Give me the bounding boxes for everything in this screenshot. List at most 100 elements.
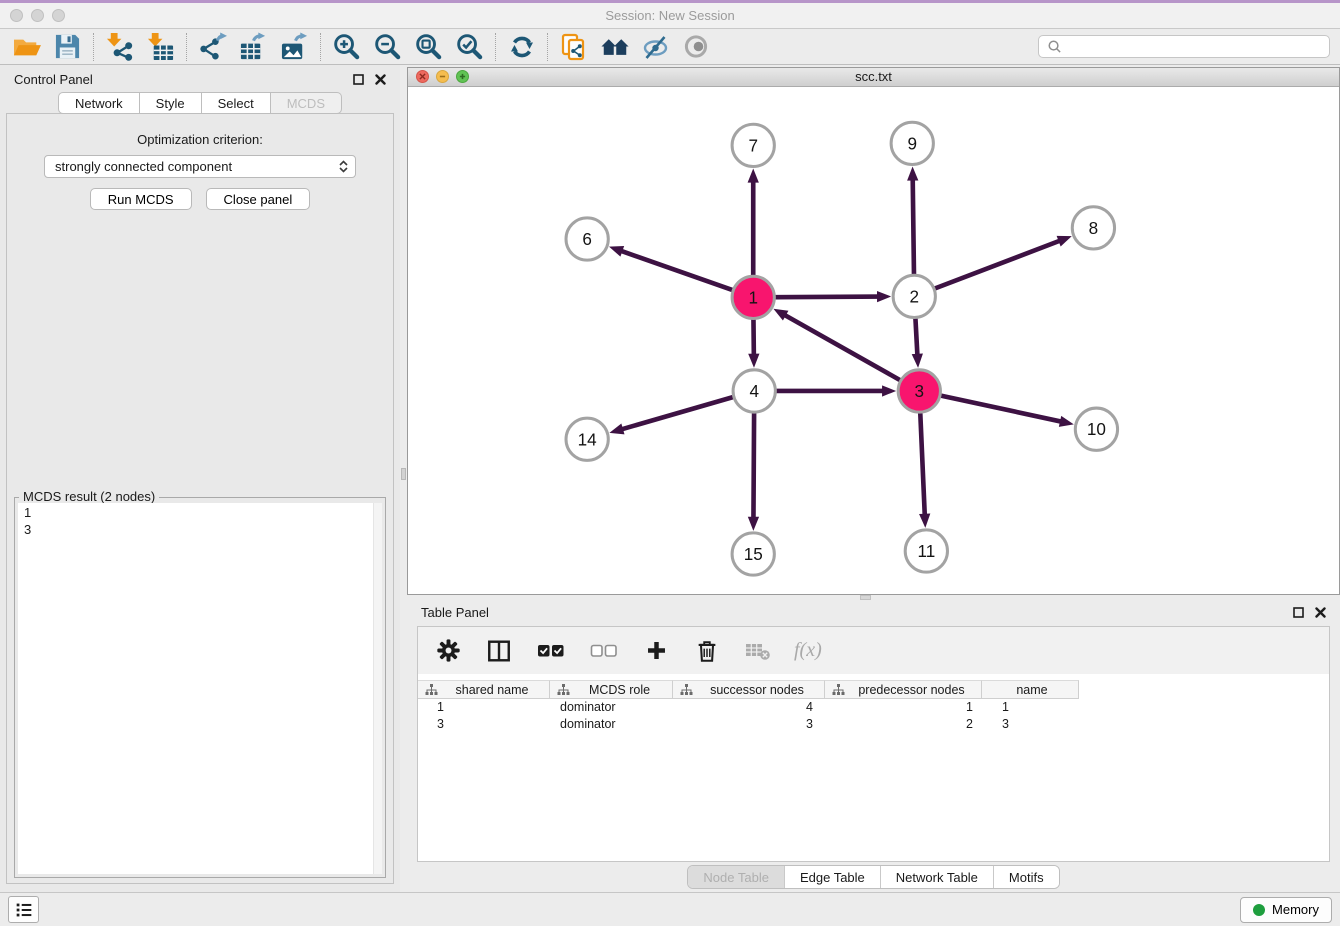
cell-predecessor-nodes[interactable]: 2 [825,716,982,733]
plus-icon [644,638,669,663]
cell-shared-name[interactable]: 1 [418,699,550,716]
column-header-predecessor-nodes[interactable]: predecessor nodes [825,680,982,699]
cell-successor-nodes[interactable]: 4 [673,699,825,716]
result-scrollbar[interactable] [373,503,382,874]
toolbar-separator [186,33,187,61]
control-panel-title: Control Panel [14,72,353,87]
table-settings-button[interactable] [433,635,463,667]
graph-edge-arrowhead [609,423,624,434]
column-header-name[interactable]: name [982,680,1079,699]
table-tab-node-table[interactable]: Node Table [688,866,784,888]
mcds-result-group: MCDS result (2 nodes) 13 [14,497,386,878]
column-type-icon [557,684,570,696]
mcds-result-text[interactable]: 13 [18,503,382,874]
close-panel-icon[interactable] [1315,607,1326,618]
column-header-mcds-role[interactable]: MCDS role [550,680,673,699]
function-builder-button-disabled: f(x) [794,639,822,662]
network-canvas[interactable]: 1234678910111415 [408,87,1339,594]
app-title: Session: New Session [0,8,1340,23]
show-column-panel-button[interactable] [484,635,514,667]
export-image-button[interactable] [274,31,315,63]
graph-edge-1-6[interactable] [618,250,731,290]
control-tab-style[interactable]: Style [140,92,202,114]
criterion-select[interactable]: strongly connected component [44,155,356,178]
graph-edge-arrowhead [1059,416,1074,427]
graph-edge-arrowhead [748,168,759,182]
table-tab-edge-table[interactable]: Edge Table [784,866,880,888]
control-tab-mcds[interactable]: MCDS [271,92,342,114]
horizontal-splitter[interactable] [407,595,1340,600]
graph-edge-1-2[interactable] [776,296,881,297]
zoom-selected-button[interactable] [449,31,490,63]
close-panel-button[interactable]: Close panel [206,188,311,210]
cell-predecessor-nodes[interactable]: 1 [825,699,982,716]
search-icon [1047,39,1062,54]
graph-edge-2-3[interactable] [915,319,917,358]
add-column-button[interactable] [641,635,671,667]
run-mcds-button[interactable]: Run MCDS [90,188,192,210]
zoom-selected-icon [455,32,484,61]
zoom-window-button[interactable] [52,9,65,22]
table-tab-network-table[interactable]: Network Table [880,866,993,888]
hide-details-button[interactable] [635,31,676,63]
cell-name[interactable]: 3 [982,716,1079,733]
graph-edge-arrowhead [907,166,918,180]
graph-edge-4-15[interactable] [753,413,754,520]
import-table-button[interactable] [140,31,181,63]
save-session-button[interactable] [47,31,88,63]
import-network-button[interactable] [99,31,140,63]
close-panel-icon[interactable] [375,74,386,85]
task-history-button[interactable] [8,896,39,923]
zoom-out-button[interactable] [367,31,408,63]
apply-layout-button[interactable] [501,31,542,63]
search-field[interactable] [1038,35,1330,58]
minimize-window-button[interactable] [31,9,44,22]
zoom-in-button[interactable] [326,31,367,63]
column-header-shared-name[interactable]: shared name [418,680,550,699]
home-view-button[interactable] [594,31,635,63]
network-graph[interactable]: 1234678910111415 [408,87,1339,594]
graph-edge-2-8[interactable] [935,239,1062,288]
delete-table-icon [745,641,771,661]
cell-mcds-role[interactable]: dominator [550,699,673,716]
cell-successor-nodes[interactable]: 3 [673,716,825,733]
export-network-button[interactable] [192,31,233,63]
table-row[interactable]: 3dominator323 [418,716,1329,733]
birdseye-view-button[interactable] [676,31,717,63]
splitter-handle[interactable] [860,595,871,600]
cell-mcds-role[interactable]: dominator [550,716,673,733]
search-input[interactable] [1068,39,1321,54]
close-window-button[interactable] [10,9,23,22]
graph-edge-4-14[interactable] [619,397,732,430]
cell-name[interactable]: 1 [982,699,1079,716]
network-window-titlebar[interactable]: scc.txt [408,68,1339,87]
table-row[interactable]: 1dominator411 [418,699,1329,716]
column-header-successor-nodes[interactable]: successor nodes [673,680,825,699]
window-controls[interactable] [10,9,65,22]
network-minimize-button[interactable] [436,70,449,83]
float-panel-icon[interactable] [353,74,364,85]
deselect-all-columns-button[interactable] [588,635,620,667]
graph-edge-3-10[interactable] [941,395,1064,421]
graph-node-label: 8 [1089,219,1099,238]
float-panel-icon[interactable] [1293,607,1304,618]
delete-column-button[interactable] [692,635,722,667]
control-tab-select[interactable]: Select [202,92,271,114]
cell-shared-name[interactable]: 3 [418,716,550,733]
graph-edge-3-1[interactable] [782,313,899,379]
graph-edge-3-11[interactable] [920,413,925,517]
splitter-handle[interactable] [401,468,406,480]
table-tab-motifs[interactable]: Motifs [993,866,1059,888]
control-tab-network[interactable]: Network [58,92,140,114]
network-close-button[interactable] [416,70,429,83]
clone-network-button[interactable] [553,31,594,63]
memory-button[interactable]: Memory [1240,897,1332,923]
open-session-button[interactable] [6,31,47,63]
export-table-button[interactable] [233,31,274,63]
select-all-columns-button[interactable] [535,635,567,667]
mcds-result-title: MCDS result (2 nodes) [19,489,159,504]
vertical-splitter[interactable] [400,65,407,892]
zoom-fit-button[interactable] [408,31,449,63]
network-maximize-button[interactable] [456,70,469,83]
graph-edge-2-9[interactable] [913,176,914,273]
